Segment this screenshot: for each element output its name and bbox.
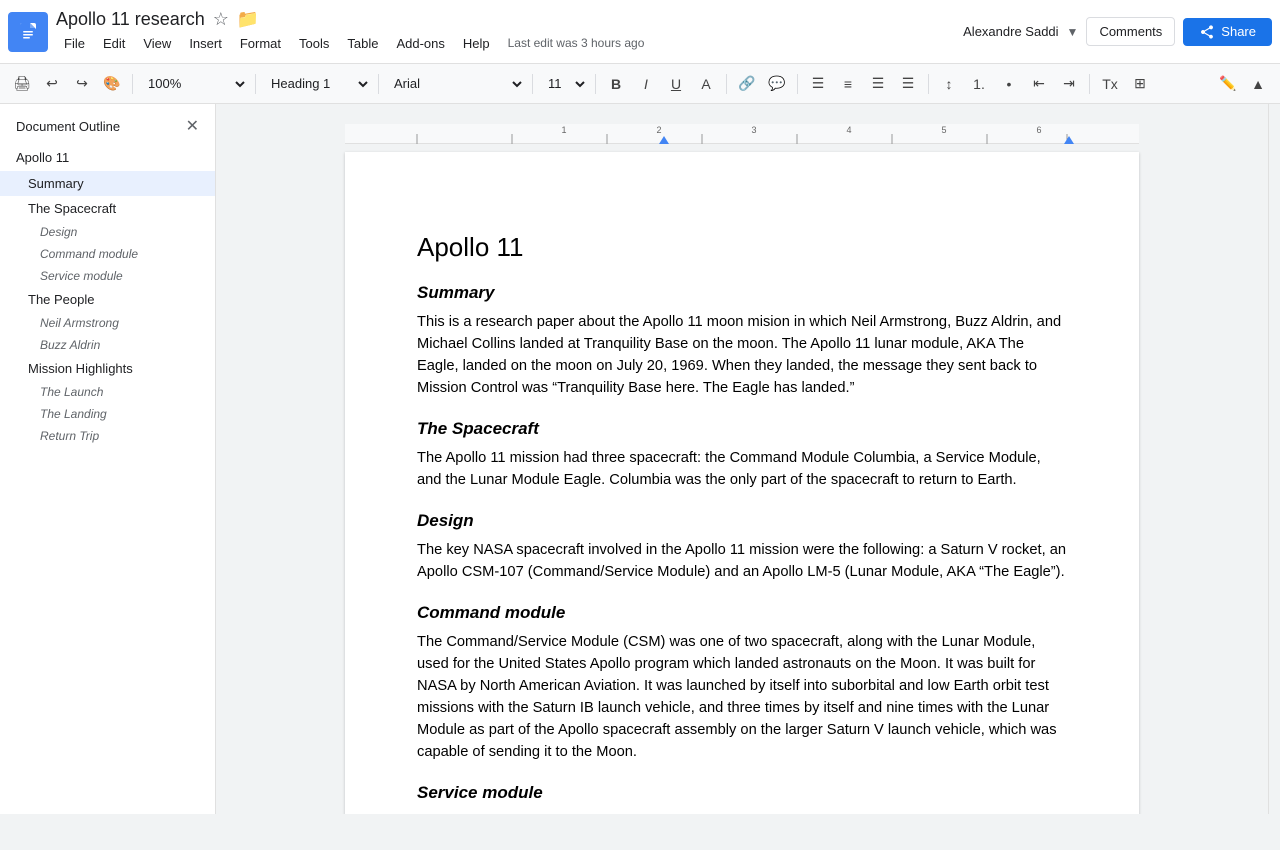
outline-item-summary[interactable]: Summary	[0, 171, 215, 196]
outline-item-spacecraft[interactable]: The Spacecraft	[0, 196, 215, 221]
column-layout-button[interactable]: ⊞	[1126, 70, 1154, 98]
body-command-module[interactable]: The Command/Service Module (CSM) was one…	[417, 631, 1067, 763]
svg-text:1: 1	[561, 125, 566, 135]
outline-item-neil[interactable]: Neil Armstrong	[0, 312, 215, 334]
section-service-module: Service module The Service Module contai…	[417, 783, 1067, 814]
align-left-button[interactable]: ☰	[804, 70, 832, 98]
font-select[interactable]: Arial Times New Roman	[385, 70, 526, 98]
divider-5	[595, 74, 596, 94]
outline-item-launch[interactable]: The Launch	[0, 381, 215, 403]
align-right-button[interactable]: ☰	[864, 70, 892, 98]
decrease-indent-button[interactable]: ⇤	[1025, 70, 1053, 98]
divider-6	[726, 74, 727, 94]
body-spacecraft[interactable]: The Apollo 11 mission had three spacecra…	[417, 447, 1067, 491]
collapse-toolbar-button[interactable]: ▲	[1244, 70, 1272, 98]
section-summary: Summary This is a research paper about t…	[417, 283, 1067, 399]
app-icon	[8, 12, 48, 52]
section-spacecraft: The Spacecraft The Apollo 11 mission had…	[417, 419, 1067, 491]
divider-8	[928, 74, 929, 94]
doc-title[interactable]: Apollo 11 research	[56, 9, 205, 30]
menu-view[interactable]: View	[135, 32, 179, 55]
undo-button[interactable]: ↩	[38, 70, 66, 98]
user-name: Alexandre Saddi	[963, 24, 1058, 39]
outline-item-landing[interactable]: The Landing	[0, 403, 215, 425]
menu-insert[interactable]: Insert	[181, 32, 230, 55]
body-design[interactable]: The key NASA spacecraft involved in the …	[417, 539, 1067, 583]
outline-item-buzz[interactable]: Buzz Aldrin	[0, 334, 215, 356]
menu-table[interactable]: Table	[339, 32, 386, 55]
align-justify-button[interactable]: ☰	[894, 70, 922, 98]
outline-item-return[interactable]: Return Trip	[0, 425, 215, 447]
edit-mode-button[interactable]: ✏️	[1214, 70, 1242, 98]
redo-button[interactable]: ↪	[68, 70, 96, 98]
heading-command-module: Command module	[417, 603, 1067, 623]
outline-item-mission[interactable]: Mission Highlights	[0, 356, 215, 381]
paint-format-button[interactable]: 🎨	[98, 70, 126, 98]
font-size-select[interactable]: 11 12 14	[539, 70, 589, 98]
zoom-select[interactable]: 100%	[139, 70, 249, 98]
comments-button[interactable]: Comments	[1086, 17, 1175, 46]
document-page[interactable]: Apollo 11 Summary This is a research pap…	[345, 152, 1139, 814]
body-summary[interactable]: This is a research paper about the Apoll…	[417, 311, 1067, 399]
svg-text:5: 5	[941, 125, 946, 135]
increase-indent-button[interactable]: ⇥	[1055, 70, 1083, 98]
menu-format[interactable]: Format	[232, 32, 289, 55]
svg-text:6: 6	[1036, 125, 1041, 135]
svg-text:2: 2	[656, 125, 661, 135]
outline-item-design[interactable]: Design	[0, 221, 215, 243]
line-spacing-button[interactable]: ↕	[935, 70, 963, 98]
text-color-button[interactable]: A	[692, 70, 720, 98]
outline-item-command-module[interactable]: Command module	[0, 243, 215, 265]
link-button[interactable]: 🔗	[733, 70, 761, 98]
section-design: Design The key NASA spacecraft involved …	[417, 511, 1067, 583]
svg-text:3: 3	[751, 125, 756, 135]
clear-format-button[interactable]: Tx	[1096, 70, 1124, 98]
menu-addons[interactable]: Add-ons	[388, 32, 452, 55]
align-center-button[interactable]: ≡	[834, 70, 862, 98]
heading-style-select[interactable]: Heading 1 Normal text Heading 2 Heading …	[262, 70, 372, 98]
sidebar-title: Document Outline	[16, 119, 120, 134]
underline-button[interactable]: U	[662, 70, 690, 98]
svg-text:4: 4	[846, 125, 851, 135]
last-edit: Last edit was 3 hours ago	[508, 36, 645, 50]
heading-spacecraft: The Spacecraft	[417, 419, 1067, 439]
folder-icon[interactable]: 📁	[237, 9, 259, 30]
document-outline-sidebar: Document Outline ✕ Apollo 11 Summary The…	[0, 104, 216, 814]
heading-design: Design	[417, 511, 1067, 531]
doc-main-title: Apollo 11	[417, 232, 1067, 263]
outline-item-people[interactable]: The People	[0, 287, 215, 312]
document-area[interactable]: 1 2 3 4 5 6 Apollo 11 Summary This is a …	[216, 104, 1268, 814]
ruler: 1 2 3 4 5 6	[345, 124, 1139, 144]
bullet-list-button[interactable]: •	[995, 70, 1023, 98]
divider-4	[532, 74, 533, 94]
heading-service-module: Service module	[417, 783, 1067, 803]
right-scrollbar-panel	[1268, 104, 1280, 814]
divider-7	[797, 74, 798, 94]
comment-button[interactable]: 💬	[763, 70, 791, 98]
top-right: Alexandre Saddi ▼ Comments Share	[963, 17, 1272, 46]
bold-button[interactable]: B	[602, 70, 630, 98]
toolbar: 🖨 ↩ ↪ 🎨 100% Heading 1 Normal text Headi…	[0, 64, 1280, 104]
section-command-module: Command module The Command/Service Modul…	[417, 603, 1067, 763]
divider-3	[378, 74, 379, 94]
heading-summary: Summary	[417, 283, 1067, 303]
outline-item-apollo11[interactable]: Apollo 11	[0, 144, 215, 171]
numbered-list-button[interactable]: 1.	[965, 70, 993, 98]
menu-edit[interactable]: Edit	[95, 32, 133, 55]
italic-button[interactable]: I	[632, 70, 660, 98]
menu-help[interactable]: Help	[455, 32, 498, 55]
menu-tools[interactable]: Tools	[291, 32, 337, 55]
divider-9	[1089, 74, 1090, 94]
star-icon[interactable]: ☆	[213, 9, 229, 30]
share-button[interactable]: Share	[1183, 18, 1272, 46]
body-service-module[interactable]: The Service Module contained oxygen, wat…	[417, 811, 1067, 814]
divider-1	[132, 74, 133, 94]
sidebar-close-button[interactable]: ✕	[186, 116, 199, 136]
menu-file[interactable]: File	[56, 32, 93, 55]
title-area: Apollo 11 research ☆ 📁 File Edit View In…	[56, 9, 963, 55]
print-button[interactable]: 🖨	[8, 70, 36, 98]
divider-2	[255, 74, 256, 94]
outline-item-service-module[interactable]: Service module	[0, 265, 215, 287]
